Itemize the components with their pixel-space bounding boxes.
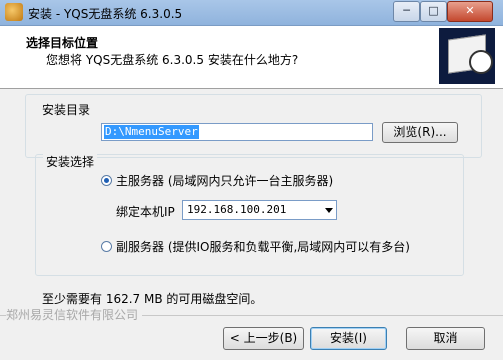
page-subtitle: 您想将 YQS无盘系统 6.3.0.5 安装在什么地方? (46, 53, 299, 67)
install-path-value: D:\NmenuServer (104, 125, 199, 139)
brand-text: 郑州易灵信软件有限公司 (6, 306, 143, 323)
disk-space-text: 至少需要有 162.7 MB 的可用磁盘空间。 (42, 292, 263, 306)
main-server-radio[interactable] (101, 175, 112, 186)
cancel-button[interactable]: 取消 (406, 327, 485, 350)
bind-ip-value: 192.168.100.201 (187, 203, 287, 216)
sub-server-radio[interactable] (101, 241, 112, 252)
dropdown-arrow-icon[interactable] (325, 208, 333, 213)
bind-ip-label: 绑定本机IP (116, 205, 175, 219)
wizard-header: 选择目标位置 您想将 YQS无盘系统 6.3.0.5 安装在什么地方? (0, 26, 503, 89)
install-type-group-label: 安装选择 (43, 153, 98, 170)
minimize-button[interactable]: ─ (393, 1, 420, 22)
page-title: 选择目标位置 (26, 36, 99, 50)
installer-window: 安装 - YQS无盘系统 6.3.0.5 ─ □ ✕ 选择目标位置 您想将 YQ… (0, 0, 503, 360)
main-server-label[interactable]: 主服务器 (局域网内只允许一台主服务器) (116, 172, 333, 189)
close-button[interactable]: ✕ (447, 1, 493, 22)
window-title: 安装 - YQS无盘系统 6.3.0.5 (28, 7, 183, 21)
browse-button[interactable]: 浏览(R)... (382, 122, 458, 143)
install-path-input[interactable]: D:\NmenuServer (101, 123, 373, 141)
disc-icon (469, 50, 493, 74)
server-install-icon (439, 28, 495, 84)
bind-ip-select[interactable]: 192.168.100.201 (182, 200, 337, 220)
app-icon (5, 3, 23, 21)
maximize-button[interactable]: □ (420, 1, 447, 22)
install-button[interactable]: 安装(I) (310, 327, 387, 350)
install-dir-group-label: 安装目录 (39, 101, 94, 118)
back-button[interactable]: < 上一步(B) (223, 327, 304, 350)
sub-server-label[interactable]: 副服务器 (提供IO服务和负载平衡,局域网内可以有多台) (116, 238, 410, 255)
title-bar[interactable]: 安装 - YQS无盘系统 6.3.0.5 ─ □ ✕ (0, 0, 503, 26)
